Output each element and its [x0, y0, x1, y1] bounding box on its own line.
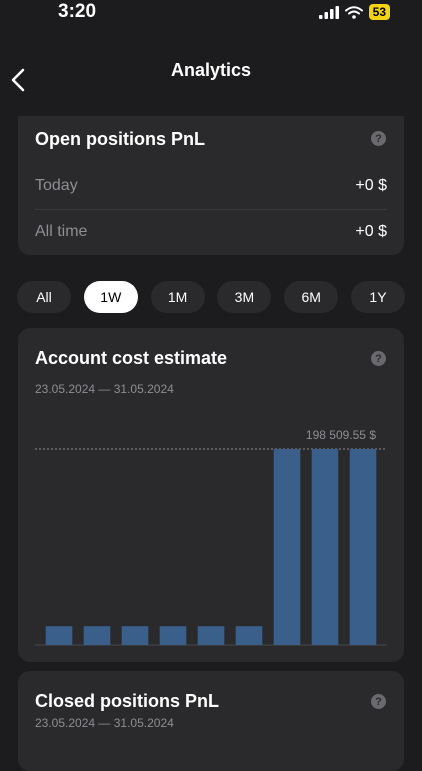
chart-bars	[45, 449, 377, 645]
help-icon[interactable]: ?	[371, 694, 386, 709]
chart-bar	[273, 449, 301, 645]
chart-bar	[349, 449, 377, 645]
tab-1w[interactable]: 1W	[83, 281, 138, 313]
battery-icon: 53	[368, 4, 390, 20]
chart-bar	[311, 449, 339, 645]
chart-bar	[45, 626, 73, 645]
status-icons: 53	[318, 4, 390, 20]
status-bar: 3:20 53	[0, 0, 422, 26]
signal-icon	[318, 5, 339, 19]
closed-positions-title: Closed positions PnL	[35, 691, 220, 711]
chart-bar	[83, 626, 111, 645]
wifi-icon	[344, 5, 363, 19]
pnl-value: +0 $	[355, 223, 387, 240]
pnl-label: Today	[35, 177, 78, 194]
period-tabs: All 1W 1M 3M 6M 1Y	[17, 281, 405, 313]
page-title: Analytics	[170, 60, 252, 80]
pnl-row-all-time: All time +0 $	[35, 210, 387, 254]
tab-6m[interactable]: 6M	[284, 281, 339, 313]
chart-bar	[159, 626, 187, 645]
open-positions-card: Open positions PnL ? Today +0 $ All time…	[18, 116, 404, 255]
chart-bar	[121, 626, 149, 645]
open-positions-title: Open positions PnL	[35, 129, 205, 149]
tab-1y[interactable]: 1Y	[350, 281, 405, 313]
chart-bar	[197, 626, 225, 645]
account-cost-card: Account cost estimate ? 23.05.2024 — 31.…	[18, 328, 404, 662]
pnl-value: +0 $	[355, 177, 387, 194]
closed-positions-card: Closed positions PnL ? 23.05.2024 — 31.0…	[18, 671, 404, 771]
pnl-label: All time	[35, 223, 88, 240]
pnl-row-today: Today +0 $	[35, 164, 387, 208]
max-value-label: 198 509.55 $	[306, 428, 376, 442]
help-icon[interactable]: ?	[371, 131, 386, 146]
tab-all[interactable]: All	[17, 281, 71, 313]
date-range: 23.05.2024 — 31.05.2024	[35, 716, 174, 730]
account-cost-chart[interactable]: 198 509.55 $	[18, 328, 404, 662]
tab-1m[interactable]: 1M	[150, 281, 205, 313]
chart-bar	[235, 626, 263, 645]
tab-3m[interactable]: 3M	[217, 281, 272, 313]
status-time: 3:20	[58, 1, 97, 22]
nav-bar: Analytics	[0, 52, 422, 92]
